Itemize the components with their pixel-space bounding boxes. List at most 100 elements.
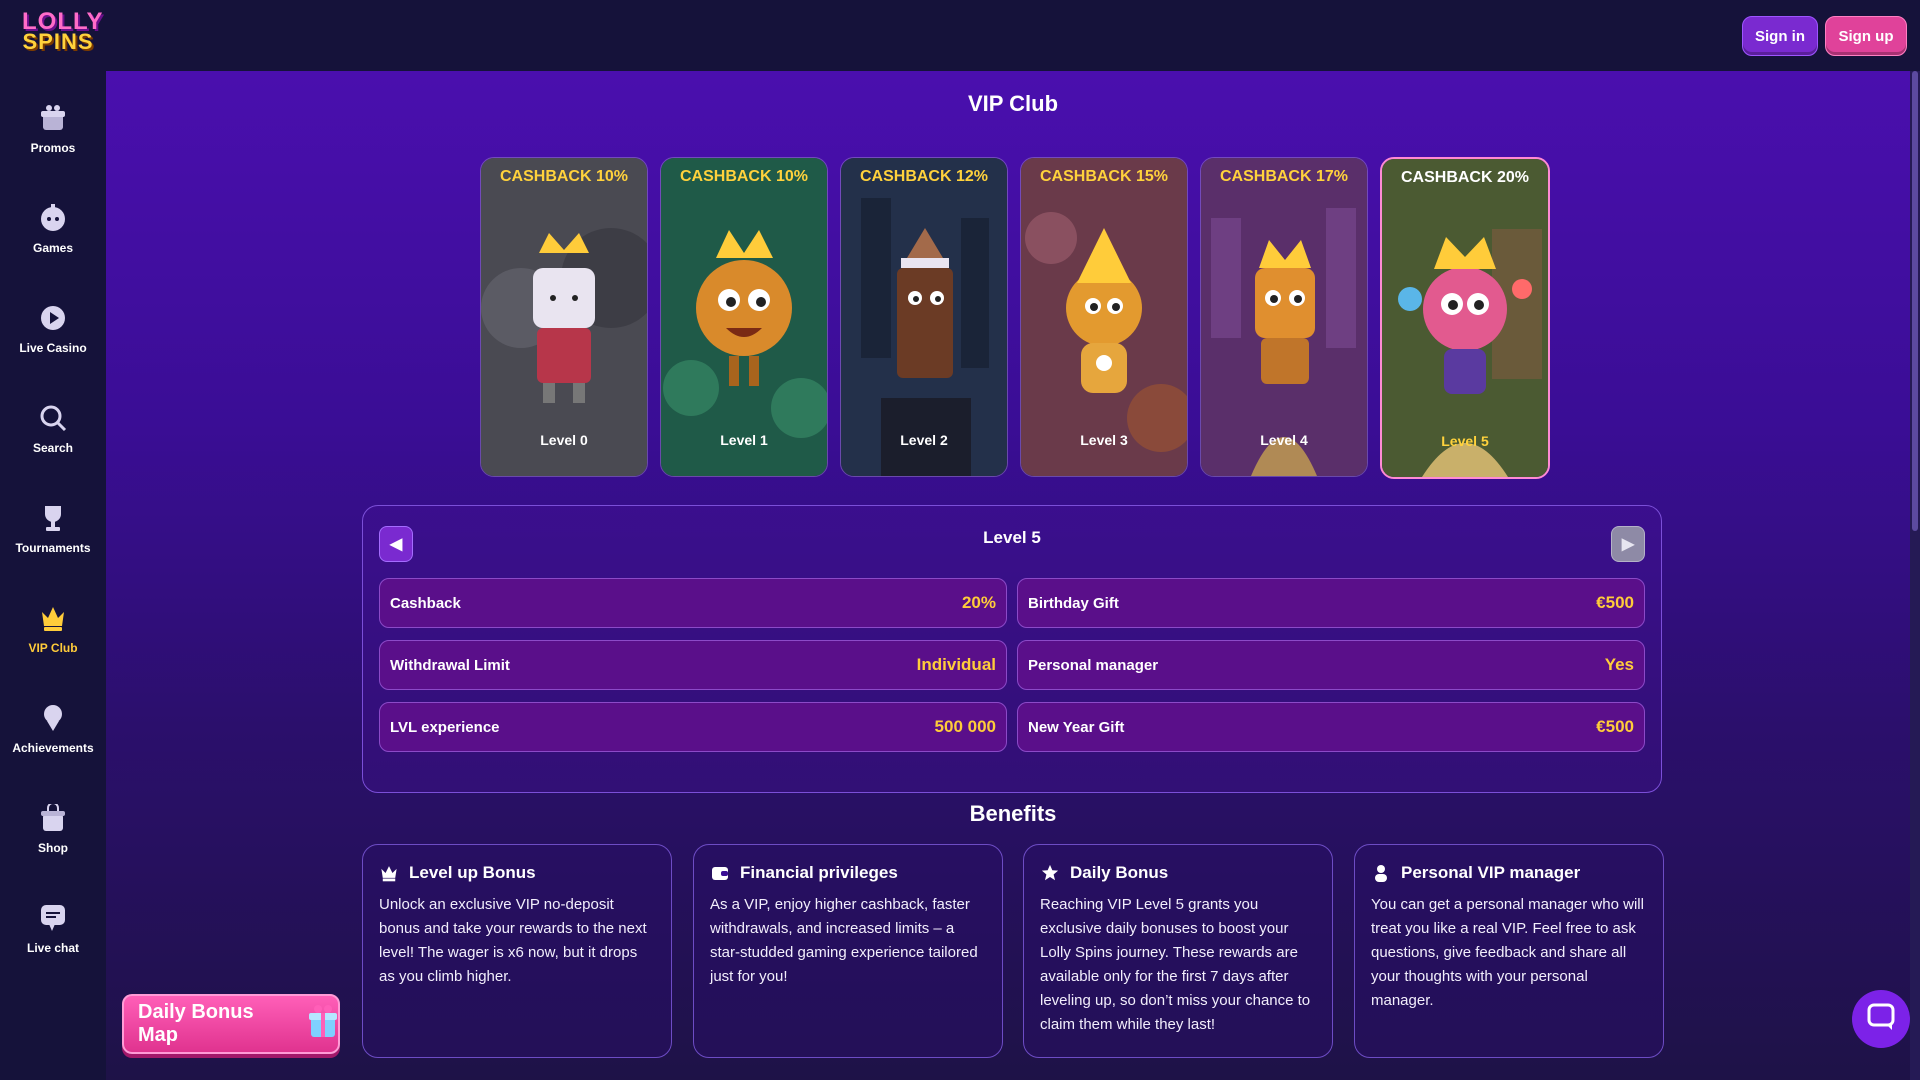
sidebar-item-label: Live chat: [26, 941, 80, 955]
benefits-title: Benefits: [969, 801, 1057, 826]
benefit-title: Daily Bonus: [1070, 863, 1169, 882]
cashback-label: CASHBACK 20%: [1400, 169, 1530, 186]
scrollbar-thumb[interactable]: [1912, 71, 1918, 531]
benefit-title: Level up Bonus: [409, 863, 536, 882]
benefit-title: Personal VIP manager: [1401, 863, 1581, 882]
benefit-text: You can get a personal manager who will …: [1371, 896, 1644, 1009]
chat-icon: [39, 903, 67, 933]
level-details-panel: ◀ Level 5 ▶ Cashback 20% Birthday Gift €…: [362, 505, 1662, 793]
benefit-card-personal-vip-manager: Personal VIP manager You can get a perso…: [1354, 844, 1664, 1058]
scrollbar[interactable]: [1910, 71, 1920, 1080]
stat-key: Cashback: [390, 594, 461, 612]
vip-level-card[interactable]: CASHBACK 17% Level 4: [1200, 157, 1368, 477]
sidebar-item-label: Games: [32, 241, 74, 255]
level-label: Level 4: [1260, 432, 1308, 448]
sidebar-item-shop[interactable]: Shop: [0, 793, 106, 873]
cashback-label: CASHBACK 12%: [859, 168, 989, 185]
level-label: Level 0: [540, 432, 588, 448]
vip-level-card[interactable]: CASHBACK 15% Level 3: [1020, 157, 1188, 477]
sign-in-button[interactable]: Sign in: [1742, 16, 1818, 56]
medal-icon: [39, 703, 67, 733]
stat-key: Birthday Gift: [1028, 594, 1119, 612]
benefit-text: As a VIP, enjoy higher cashback, faster …: [710, 896, 978, 985]
crown-icon: [39, 603, 67, 633]
next-level-button[interactable]: ▶: [1611, 526, 1645, 562]
chat-bubble-icon: [1866, 1002, 1896, 1037]
level-label: Level 1: [720, 432, 768, 448]
benefit-card-daily-bonus: Daily Bonus Reaching VIP Level 5 grants …: [1023, 844, 1333, 1058]
sidebar-item-live-casino[interactable]: Live Casino: [0, 293, 106, 373]
page-title: VIP Club: [967, 91, 1059, 116]
daily-bonus-map-label: Daily Bonus Map: [138, 1001, 254, 1046]
vip-level-card[interactable]: CASHBACK 10% Level 1: [660, 157, 828, 477]
sidebar-item-search[interactable]: Search: [0, 393, 106, 473]
star-icon: [1040, 863, 1060, 883]
gift-icon: [308, 1003, 338, 1045]
level-1-character-image: [661, 158, 827, 476]
sidebar-item-label: Shop: [38, 841, 68, 855]
play-icon: [39, 303, 67, 333]
stat-row-withdrawal-limit: Withdrawal Limit Individual: [379, 640, 1007, 690]
lolly-spins-logo[interactable]: LOLLY SPINS: [22, 10, 102, 58]
sidebar-item-label: Achievements: [12, 741, 94, 755]
benefit-card-financial-privileges: Financial privileges As a VIP, enjoy hig…: [693, 844, 1003, 1058]
sidebar-item-achievements[interactable]: Achievements: [0, 693, 106, 773]
daily-bonus-map-button[interactable]: Daily Bonus Map: [122, 994, 340, 1054]
benefit-card-level-up-bonus: Level up Bonus Unlock an exclusive VIP n…: [362, 844, 672, 1058]
stat-row-birthday-gift: Birthday Gift €500: [1017, 578, 1645, 628]
benefit-text: Reaching VIP Level 5 grants you exclusiv…: [1040, 896, 1311, 1033]
sidebar-item-promos[interactable]: Promos: [0, 93, 106, 173]
level-2-character-image: [841, 158, 1007, 476]
level-5-character-image: [1382, 159, 1548, 477]
sidebar: Promos Games Live Casino Search Tourname…: [0, 71, 106, 1080]
shop-icon: [39, 803, 67, 833]
gamepad-icon: [39, 203, 67, 233]
top-bar: LOLLY SPINS Sign in Sign up: [0, 0, 1920, 71]
search-icon: [39, 403, 67, 433]
stat-row-personal-manager: Personal manager Yes: [1017, 640, 1645, 690]
stat-key: Withdrawal Limit: [390, 656, 510, 674]
cashback-label: CASHBACK 15%: [1039, 168, 1169, 185]
vip-level-card-selected[interactable]: CASHBACK 20% Level 5: [1380, 157, 1550, 479]
vip-level-card[interactable]: CASHBACK 10% Level 0: [480, 157, 648, 477]
level-label: Level 5: [1441, 433, 1489, 449]
stat-key: Personal manager: [1028, 656, 1159, 674]
cashback-label: CASHBACK 17%: [1219, 168, 1349, 185]
sidebar-item-games[interactable]: Games: [0, 193, 106, 273]
live-chat-button[interactable]: [1852, 990, 1910, 1048]
stat-value: €500: [1596, 593, 1634, 612]
gift-icon: [39, 103, 67, 133]
stat-value: Individual: [916, 655, 996, 674]
stat-value: 500 000: [934, 717, 996, 736]
benefit-title: Financial privileges: [740, 863, 898, 882]
stat-key: New Year Gift: [1028, 718, 1125, 736]
stat-value: Yes: [1604, 655, 1634, 674]
level-label: Level 2: [900, 432, 948, 448]
person-icon: [1371, 863, 1391, 883]
sign-up-button[interactable]: Sign up: [1825, 16, 1907, 56]
sidebar-item-label: Tournaments: [15, 541, 91, 555]
main-content: VIP Club CASHBACK 10% Level 0 CASHBACK 1…: [106, 71, 1920, 1080]
sidebar-item-live-chat[interactable]: Live chat: [0, 893, 106, 973]
stat-value: €500: [1596, 717, 1634, 736]
sidebar-item-vip-club[interactable]: VIP Club: [0, 593, 106, 673]
logo-line-2: SPINS: [22, 29, 94, 54]
vip-level-card[interactable]: CASHBACK 12% Level 2: [840, 157, 1008, 477]
crown-icon: [379, 863, 399, 883]
trophy-icon: [39, 503, 67, 533]
chevron-right-icon: ▶: [1621, 536, 1635, 553]
level-0-character-image: [481, 158, 647, 476]
cashback-label: CASHBACK 10%: [679, 168, 809, 185]
wallet-icon: [710, 863, 730, 883]
sidebar-item-tournaments[interactable]: Tournaments: [0, 493, 106, 573]
level-3-character-image: [1021, 158, 1187, 476]
selected-level-title: Level 5: [983, 528, 1041, 547]
sidebar-item-label: Live Casino: [19, 341, 87, 355]
cashback-label: CASHBACK 10%: [499, 168, 629, 185]
sidebar-item-label: Promos: [30, 141, 76, 155]
stat-value: 20%: [961, 593, 996, 612]
stat-key: LVL experience: [390, 718, 500, 736]
stat-row-cashback: Cashback 20%: [379, 578, 1007, 628]
benefit-text: Unlock an exclusive VIP no-deposit bonus…: [379, 896, 647, 985]
sidebar-item-label: Search: [32, 441, 74, 455]
